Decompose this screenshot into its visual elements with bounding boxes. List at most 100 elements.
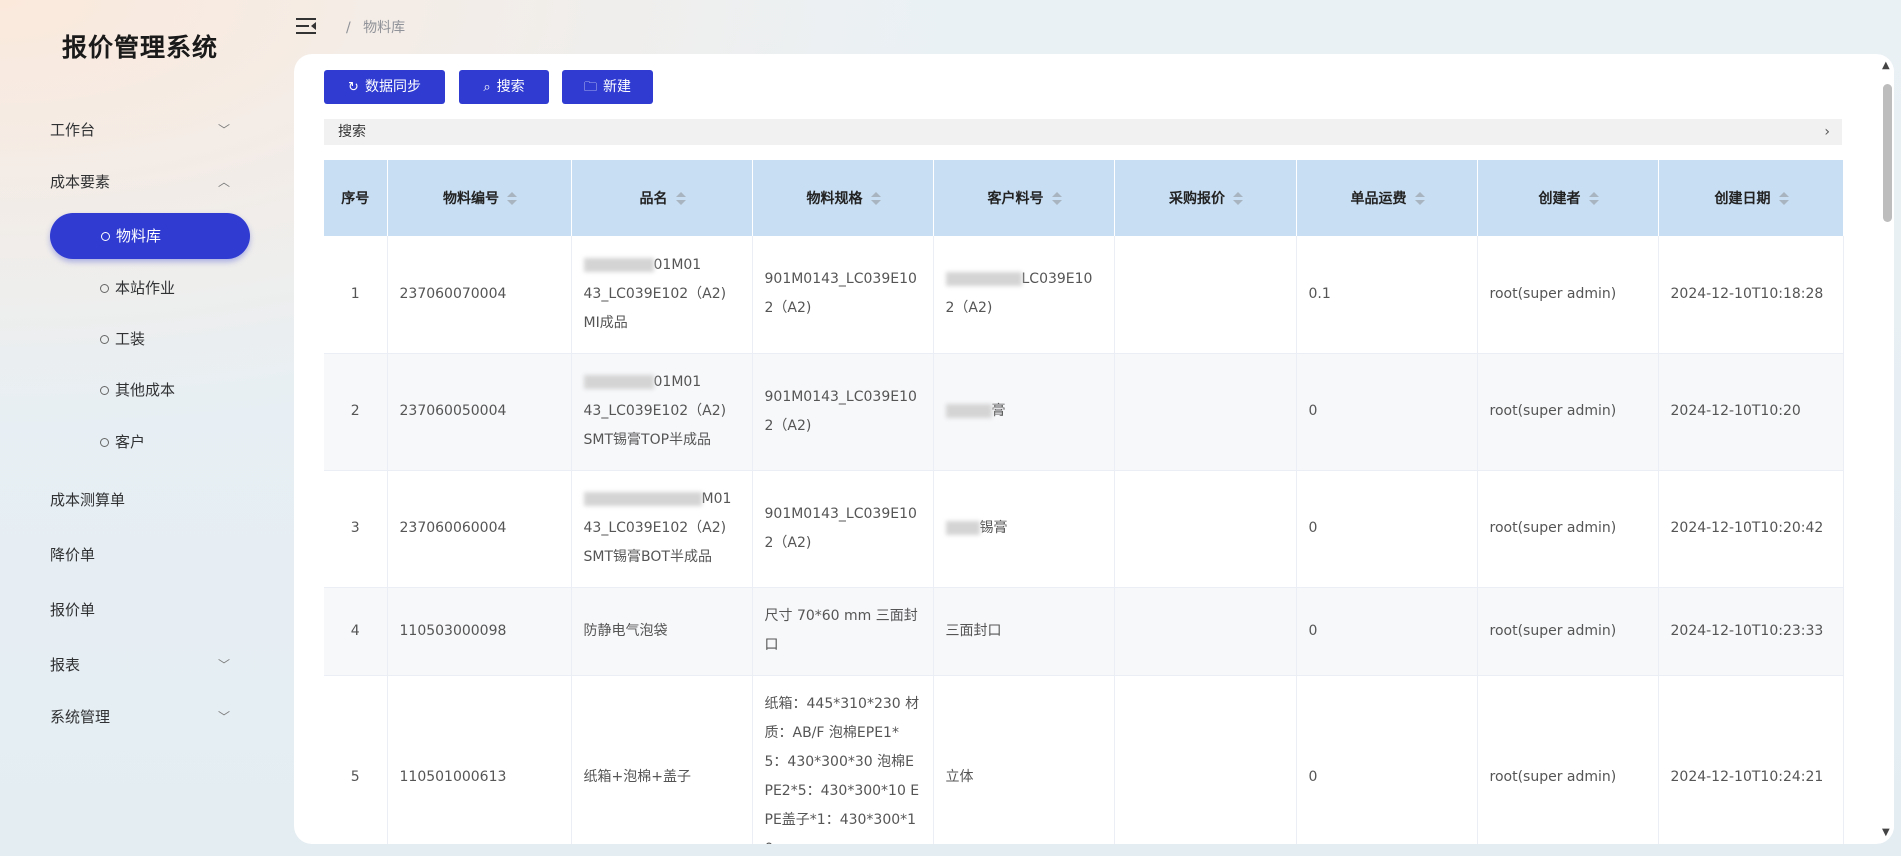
sidebar-item-workbench[interactable]: 工作台 ﹀ bbox=[50, 118, 230, 142]
sort-icon[interactable] bbox=[1588, 192, 1599, 206]
column-header-customer-no[interactable]: 客户料号 bbox=[933, 160, 1115, 236]
scroll-down-icon[interactable]: ▼ bbox=[1882, 827, 1890, 838]
sort-icon[interactable] bbox=[870, 192, 881, 206]
cell-code: 237060060004 bbox=[387, 470, 572, 588]
sort-icon[interactable] bbox=[1414, 192, 1425, 206]
sort-icon[interactable] bbox=[1051, 192, 1062, 206]
cell-name: 防静电气泡袋 bbox=[571, 587, 753, 676]
search-button[interactable]: ⌕ 搜索 bbox=[459, 70, 549, 104]
cell-freight: 0.1 bbox=[1296, 236, 1478, 354]
app-title: 报价管理系统 bbox=[62, 33, 219, 62]
sidebar-item-label: 系统管理 bbox=[50, 708, 111, 726]
cell-code: 237060070004 bbox=[387, 236, 572, 354]
sidebar-subitem-material-library[interactable]: 物料库 bbox=[50, 213, 250, 259]
cell-customer-no: LC039E10 2（A2) bbox=[933, 236, 1115, 354]
cell-spec: 尺寸 70*60 mm 三面封口 bbox=[752, 587, 934, 676]
redacted-text bbox=[583, 492, 702, 506]
search-panel-toggle[interactable]: 搜索 › bbox=[324, 119, 1842, 145]
refresh-icon: ↻ bbox=[348, 80, 359, 95]
cell-index: 1 bbox=[324, 236, 388, 354]
column-header-spec[interactable]: 物料规格 bbox=[752, 160, 934, 236]
sort-icon[interactable] bbox=[507, 192, 517, 206]
sidebar-subitem-customer[interactable]: 客户 bbox=[100, 431, 145, 453]
table-row[interactable]: 4 110503000098 防静电气泡袋 尺寸 70*60 mm 三面封口 三… bbox=[324, 587, 1844, 676]
breadcrumb-separator: / bbox=[346, 20, 351, 36]
sidebar-item-reports[interactable]: 报表 ﹀ bbox=[50, 653, 230, 677]
sidebar-item-price-reduction[interactable]: 降价单 bbox=[50, 543, 230, 567]
cell-index: 3 bbox=[324, 470, 388, 588]
column-header-creator[interactable]: 创建者 bbox=[1477, 160, 1659, 236]
cell-name: 01M01 43_LC039E102（A2) MI成品 bbox=[571, 236, 753, 354]
sidebar-subitem-label: 其他成本 bbox=[115, 381, 176, 399]
column-header-name[interactable]: 品名 bbox=[571, 160, 753, 236]
sort-icon[interactable] bbox=[1233, 192, 1243, 206]
redacted-text bbox=[583, 375, 654, 389]
cell-code: 110501000613 bbox=[387, 675, 572, 844]
sidebar-subitem-tooling[interactable]: 工装 bbox=[100, 328, 145, 350]
sort-icon[interactable] bbox=[675, 192, 686, 206]
column-header-code[interactable]: 物料编号 bbox=[387, 160, 572, 236]
column-header-price[interactable]: 采购报价 bbox=[1114, 160, 1297, 236]
search-button-label: 搜索 bbox=[496, 79, 525, 95]
redacted-text bbox=[945, 404, 992, 418]
column-header-date[interactable]: 创建日期 bbox=[1658, 160, 1844, 236]
breadcrumb-current[interactable]: 物料库 bbox=[363, 20, 405, 36]
column-header-freight[interactable]: 单品运费 bbox=[1296, 160, 1478, 236]
vertical-scrollbar[interactable]: ▲ ▼ bbox=[1880, 54, 1894, 844]
cell-index: 4 bbox=[324, 587, 388, 676]
cell-price bbox=[1114, 353, 1297, 471]
sidebar-subitem-label: 物料库 bbox=[116, 227, 162, 245]
search-icon: ⌕ bbox=[483, 80, 491, 95]
cell-price bbox=[1114, 675, 1297, 844]
table-row[interactable]: 1 237060070004 01M01 43_LC039E102（A2) MI成品… bbox=[324, 236, 1844, 354]
scroll-up-icon[interactable]: ▲ bbox=[1882, 60, 1890, 71]
sync-button-label: 数据同步 bbox=[364, 79, 421, 95]
sidebar-subitem-label: 本站作业 bbox=[115, 279, 176, 297]
menu-collapse-icon[interactable] bbox=[296, 16, 318, 36]
chevron-down-icon: ﹀ bbox=[217, 710, 230, 724]
search-panel-label: 搜索 bbox=[338, 124, 366, 140]
cell-customer-no: 三面封口 bbox=[933, 587, 1115, 676]
new-button-label: 新建 bbox=[603, 79, 631, 95]
circle-icon bbox=[101, 232, 110, 241]
circle-icon bbox=[100, 284, 109, 293]
circle-icon bbox=[100, 335, 109, 344]
table-header-row: 序号 物料编号 品名 物料规格 客户料号 采购报价 单品运费 创建者 创建日期 bbox=[324, 160, 1844, 236]
cell-spec: 901M0143_LC039E10 2（A2) bbox=[752, 236, 934, 354]
sidebar-item-label: 报表 bbox=[50, 656, 81, 674]
cell-customer-no: 膏 bbox=[933, 353, 1115, 471]
redacted-text bbox=[945, 521, 980, 535]
sidebar-item-system[interactable]: 系统管理 ﹀ bbox=[50, 705, 230, 729]
chevron-down-icon: ﹀ bbox=[217, 123, 230, 137]
sync-button[interactable]: ↻ 数据同步 bbox=[324, 70, 445, 104]
redacted-text bbox=[583, 257, 654, 272]
cell-code: 110503000098 bbox=[387, 587, 572, 676]
cell-name: 纸箱+泡棉+盖子 bbox=[571, 675, 753, 844]
cell-spec: 纸箱：445*310*230 材质：AB/F 泡棉EPE1* 5：430*300*… bbox=[752, 675, 934, 844]
cell-spec: 901M0143_LC039E10 2（A2) bbox=[752, 353, 934, 471]
circle-icon bbox=[100, 386, 109, 395]
cell-date: 2024-12-10T10:18:28 bbox=[1658, 236, 1844, 354]
sidebar-subitem-other-cost[interactable]: 其他成本 bbox=[100, 379, 175, 401]
sort-icon[interactable] bbox=[1778, 192, 1789, 206]
sidebar: 报价管理系统 工作台 ﹀ 成本要素 ︿ 物料库 本站作业 工装 其他成本 客户 … bbox=[0, 0, 290, 856]
sidebar-subitem-station-work[interactable]: 本站作业 bbox=[100, 277, 175, 299]
main-content: ↻ 数据同步 ⌕ 搜索 🗀 新建 搜索 › 序号 物料编号 品名 物料规格 客户料号 … bbox=[294, 54, 1894, 844]
sidebar-item-quotation[interactable]: 报价单 bbox=[50, 598, 230, 622]
sidebar-item-cost-elements[interactable]: 成本要素 ︿ bbox=[50, 170, 230, 194]
table-row[interactable]: 5 110501000613 纸箱+泡棉+盖子 纸箱：445*310*230 材… bbox=[324, 675, 1844, 844]
cell-index: 2 bbox=[324, 353, 388, 471]
cell-index: 5 bbox=[324, 675, 388, 844]
cell-date: 2024-12-10T10:23:33 bbox=[1658, 587, 1844, 676]
folder-add-icon: 🗀 bbox=[583, 80, 597, 95]
scrollbar-thumb[interactable] bbox=[1883, 84, 1892, 222]
new-button[interactable]: 🗀 新建 bbox=[562, 70, 653, 104]
sidebar-item-cost-estimate[interactable]: 成本测算单 bbox=[50, 488, 230, 512]
table-row[interactable]: 2 237060050004 01M01 43_LC039E102（A2) SMT锡… bbox=[324, 353, 1844, 471]
material-table: 序号 物料编号 品名 物料规格 客户料号 采购报价 单品运费 创建者 创建日期 … bbox=[324, 160, 1844, 844]
cell-code: 237060050004 bbox=[387, 353, 572, 471]
table-row[interactable]: 3 237060060004 M01 43_LC039E102（A2) SMT锡膏B… bbox=[324, 470, 1844, 588]
redacted-text bbox=[945, 272, 1022, 287]
sidebar-item-label: 报价单 bbox=[50, 601, 96, 619]
cell-freight: 0 bbox=[1296, 470, 1478, 588]
